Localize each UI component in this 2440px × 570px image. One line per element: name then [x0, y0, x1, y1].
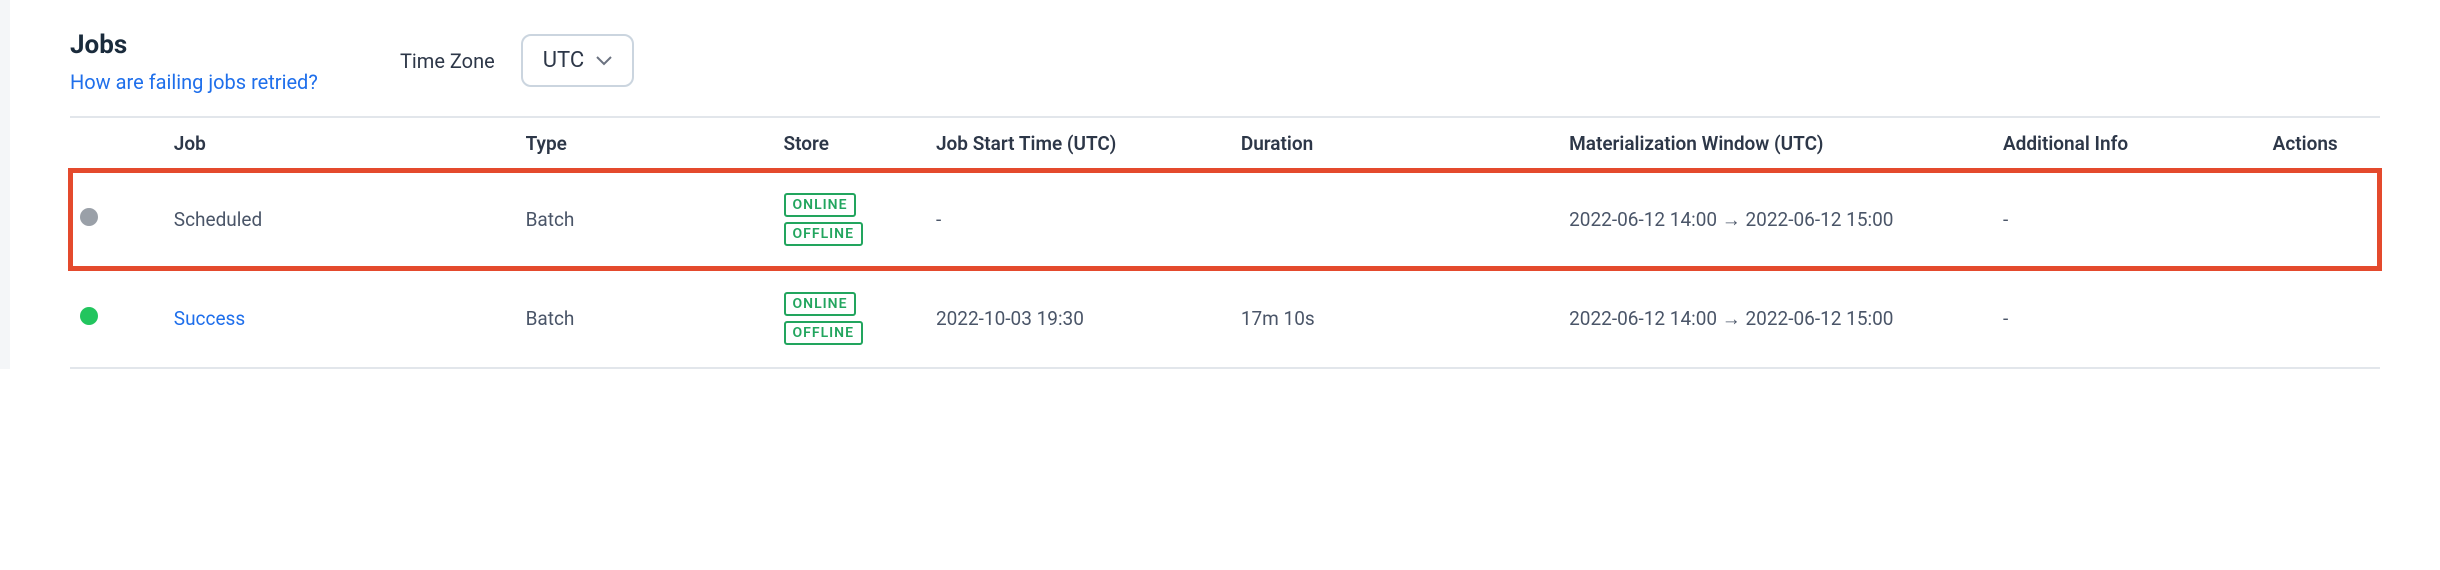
- col-store: Store: [774, 117, 926, 170]
- col-duration: Duration: [1231, 117, 1559, 170]
- col-mat: Materialization Window (UTC): [1559, 117, 1993, 170]
- start-time-cell: 2022-10-03 19:30: [926, 269, 1231, 368]
- actions-cell: [2263, 269, 2380, 368]
- col-type: Type: [516, 117, 774, 170]
- status-dot-icon: [80, 307, 98, 325]
- type-cell: Batch: [516, 269, 774, 368]
- chevron-down-icon: [596, 56, 612, 66]
- table-row: ScheduledBatchONLINEOFFLINE-2022-06-12 1…: [70, 170, 2380, 269]
- jobs-table: Job Type Store Job Start Time (UTC) Dura…: [70, 116, 2380, 369]
- mat-window-cell: 2022-06-12 14:00 → 2022-06-12 15:00: [1559, 269, 1993, 368]
- type-cell: Batch: [516, 170, 774, 269]
- col-job: Job: [164, 117, 516, 170]
- page-title: Jobs: [70, 30, 400, 60]
- actions-cell: [2263, 170, 2380, 269]
- help-link[interactable]: How are failing jobs retried?: [70, 68, 318, 96]
- timezone-label: Time Zone: [400, 49, 495, 73]
- col-add: Additional Info: [1993, 117, 2263, 170]
- job-link[interactable]: Success: [174, 307, 245, 330]
- store-badge-online: ONLINE: [784, 292, 857, 316]
- start-time-cell: -: [926, 170, 1231, 269]
- store-badge-offline: OFFLINE: [784, 321, 863, 345]
- store-badge-online: ONLINE: [784, 193, 857, 217]
- duration-cell: 17m 10s: [1231, 269, 1559, 368]
- table-row: Success Batch ONLINE OFFLINE 2022-10-03 19:3…: [70, 269, 2380, 368]
- timezone-select[interactable]: UTC: [521, 34, 634, 87]
- status-dot-icon: [80, 208, 98, 226]
- mat-window-cell: 2022-06-12 14:00 → 2022-06-12 15:00: [1559, 170, 1993, 269]
- col-actions: Actions: [2263, 117, 2380, 170]
- col-start: Job Start Time (UTC): [926, 117, 1231, 170]
- duration-cell: [1231, 170, 1559, 269]
- additional-info-cell: -: [1993, 170, 2263, 269]
- additional-info-cell: -: [1993, 269, 2263, 368]
- store-badge-offline: OFFLINE: [784, 222, 863, 246]
- jobs-header: Jobs How are failing jobs retried? Time …: [70, 0, 2380, 116]
- timezone-value: UTC: [543, 48, 584, 73]
- job-label: Scheduled: [174, 208, 262, 231]
- table-header-row: Job Type Store Job Start Time (UTC) Dura…: [70, 117, 2380, 170]
